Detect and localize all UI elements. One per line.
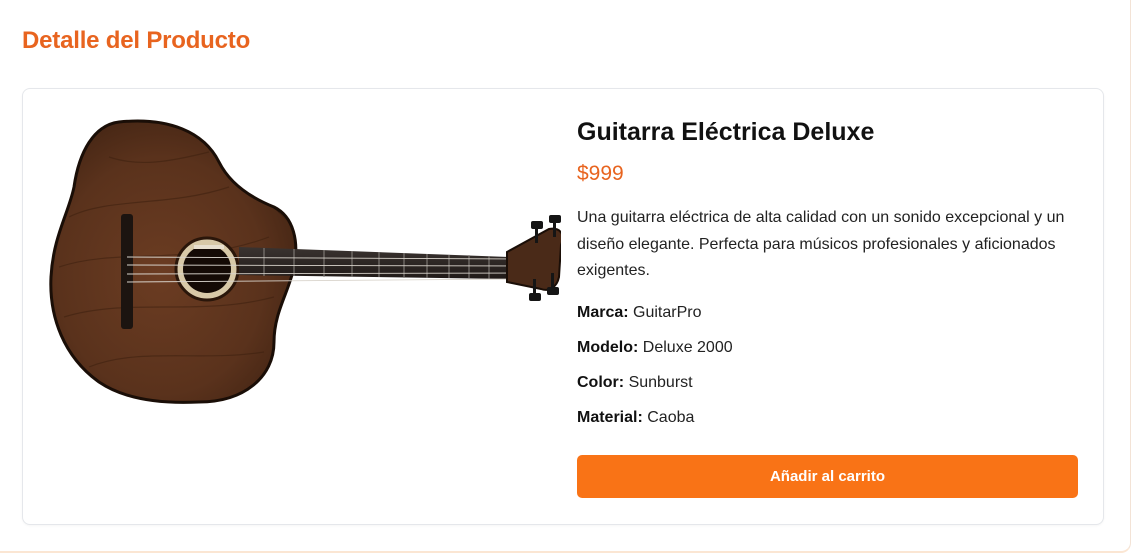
guitar-illustration	[49, 119, 564, 404]
spec-label: Marca:	[577, 303, 629, 321]
spec-value: GuitarPro	[633, 303, 702, 321]
product-price: $999	[577, 162, 624, 185]
product-name: Guitarra Eléctrica Deluxe	[577, 118, 875, 146]
add-to-cart-button[interactable]: Añadir al carrito	[577, 455, 1078, 498]
spec-value: Deluxe 2000	[642, 338, 733, 356]
product-description: Una guitarra eléctrica de alta calidad c…	[577, 209, 1065, 279]
spec-label: Color:	[577, 373, 625, 391]
product-card: Guitarra Eléctrica Deluxe $999 Una guita…	[22, 88, 1104, 525]
spec-label: Material:	[577, 408, 643, 426]
spec-material: Material: Caoba	[577, 408, 1079, 428]
spec-value: Caoba	[647, 408, 695, 426]
spec-brand: Marca: GuitarPro	[577, 303, 1079, 323]
page-container: Detalle del Producto Guitarra Eléctrica …	[0, 0, 1131, 553]
spec-model: Modelo: Deluxe 2000	[577, 338, 1079, 358]
product-image	[49, 117, 564, 407]
spec-value: Sunburst	[628, 373, 693, 391]
product-info: Guitarra Eléctrica Deluxe $999 Una guita…	[577, 117, 1079, 443]
spec-label: Modelo:	[577, 338, 639, 356]
spec-color: Color: Sunburst	[577, 373, 1079, 393]
page-title: Detalle del Producto	[22, 27, 251, 54]
